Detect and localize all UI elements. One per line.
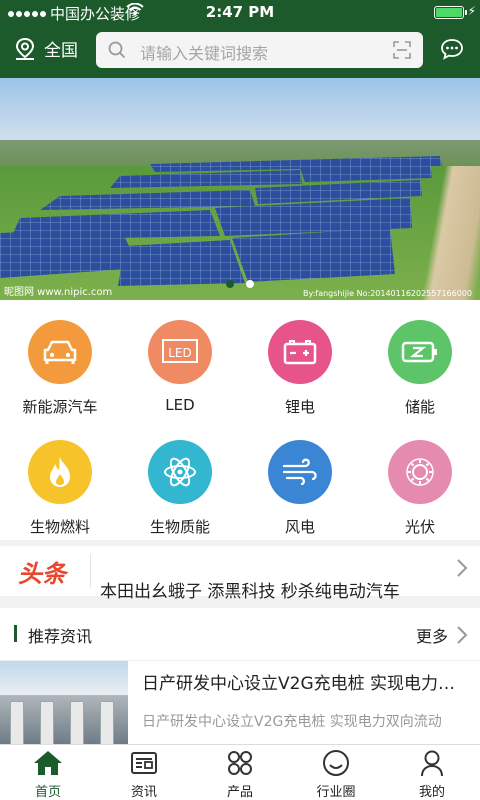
bottom-tab-bar: 首页 资讯 产品 行业圈 我的 <box>0 744 480 800</box>
category-label: 光伏 <box>404 518 435 536</box>
message-icon[interactable] <box>440 38 464 60</box>
search-placeholder: 请输入关键词搜索 <box>140 44 269 63</box>
banner-author-caption: By:fangshijie No:20140116202557166000 <box>303 289 472 298</box>
category-energy-storage[interactable]: 储能 <box>360 320 480 417</box>
category-biofuel[interactable]: 生物燃料 <box>0 440 120 537</box>
banner-source-caption: 昵图网 www.nipic.com <box>4 287 113 298</box>
tab-label: 产品 <box>226 785 253 800</box>
charging-icon: ⚡ <box>467 4 476 18</box>
carousel-dot-1[interactable] <box>226 280 234 288</box>
chevron-right-icon[interactable] <box>456 625 468 645</box>
tab-label: 我的 <box>418 785 445 800</box>
top-bar: 中国办公装修 2:47 PM ⚡ 全国 请输入关键词搜索 <box>0 0 480 78</box>
search-input[interactable]: 请输入关键词搜索 <box>96 32 423 68</box>
tab-home[interactable]: 首页 <box>0 749 96 800</box>
category-photovoltaic[interactable]: 光伏 <box>360 440 480 537</box>
tab-news[interactable]: 资讯 <box>96 749 192 800</box>
category-led[interactable]: LED LED <box>120 320 240 414</box>
tab-label: 资讯 <box>130 785 157 800</box>
headline-ticker[interactable]: 头条 本田出幺蛾子 添黑科技 秒杀纯电动汽车 <box>0 546 480 602</box>
category-wind-power[interactable]: 风电 <box>240 440 360 537</box>
banner-carousel[interactable]: 昵图网 www.nipic.com By:fangshijie No:20140… <box>0 78 480 300</box>
category-label: 储能 <box>404 398 435 416</box>
tab-label: 首页 <box>34 785 61 800</box>
category-label: 生物质能 <box>149 518 210 536</box>
news-icon <box>96 749 192 777</box>
headline-tag: 头条 <box>18 560 66 588</box>
location-selector[interactable]: 全国 <box>14 36 78 61</box>
category-grid: 新能源汽车 LED LED 锂电 储能 生物燃料 生物质能 风电 光伏 <box>0 300 480 540</box>
news-list-item[interactable]: 日产研发中心设立V2G充电桩 实现电力双向流动 日产研发中心设立V2G充电桩 实… <box>0 660 480 745</box>
category-biomass[interactable]: 生物质能 <box>120 440 240 537</box>
svg-text:LED: LED <box>168 346 192 360</box>
search-icon <box>108 41 126 59</box>
storage-battery-icon <box>388 320 452 384</box>
scan-icon[interactable] <box>393 41 411 59</box>
category-lithium[interactable]: 锂电 <box>240 320 360 417</box>
atom-icon <box>148 440 212 504</box>
news-thumbnail <box>0 661 128 745</box>
wind-icon <box>268 440 332 504</box>
news-title: 日产研发中心设立V2G充电桩 实现电力双向流动 <box>142 674 462 694</box>
flame-icon <box>28 440 92 504</box>
battery-icon <box>434 6 464 19</box>
car-icon <box>28 320 92 384</box>
headline-text: 本田出幺蛾子 添黑科技 秒杀纯电动汽车 <box>100 582 400 602</box>
tab-label: 行业圈 <box>316 785 356 800</box>
category-label: 新能源汽车 <box>22 398 98 416</box>
tab-products[interactable]: 产品 <box>192 749 288 800</box>
smile-icon <box>288 749 384 777</box>
sun-icon <box>388 440 452 504</box>
user-icon <box>384 749 480 777</box>
status-bar: 中国办公装修 2:47 PM ⚡ <box>0 0 480 24</box>
category-label: 风电 <box>284 518 315 536</box>
carousel-dot-2[interactable] <box>246 280 254 288</box>
recommend-section-header: 推荐资讯 更多 <box>0 608 480 660</box>
location-label: 全国 <box>44 41 78 61</box>
solar-panels-image <box>0 156 442 286</box>
status-time: 2:47 PM <box>205 3 275 21</box>
category-label: LED <box>165 396 195 414</box>
header: 全国 请输入关键词搜索 <box>0 26 480 74</box>
grid-icon <box>192 749 288 777</box>
chevron-right-icon <box>457 559 468 577</box>
category-new-energy-vehicle[interactable]: 新能源汽车 <box>0 320 120 417</box>
app-screen: 中国办公装修 2:47 PM ⚡ 全国 请输入关键词搜索 昵图网 www.nip… <box>0 0 480 800</box>
more-link[interactable]: 更多 <box>416 623 448 647</box>
recommend-title: 推荐资讯 <box>28 627 93 646</box>
category-label: 生物燃料 <box>29 518 90 536</box>
tab-mine[interactable]: 我的 <box>384 749 480 800</box>
tab-industry-circle[interactable]: 行业圈 <box>288 749 384 800</box>
battery-icon <box>268 320 332 384</box>
led-icon: LED <box>148 320 212 384</box>
location-pin-icon <box>15 37 35 60</box>
news-description: 日产研发中心设立V2G充电桩 实现电力双向流动 <box>142 714 442 730</box>
home-icon <box>0 749 96 777</box>
category-label: 锂电 <box>284 398 315 416</box>
